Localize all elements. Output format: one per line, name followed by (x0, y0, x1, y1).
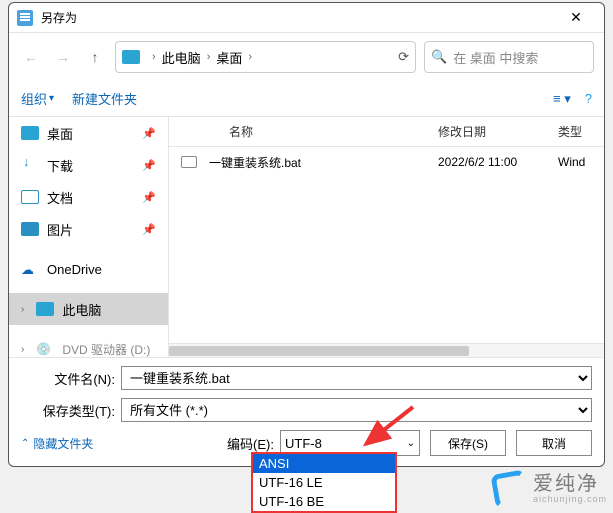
sidebar-item-documents[interactable]: 文档 📌 (9, 181, 168, 213)
disc-icon (36, 342, 54, 356)
file-row[interactable]: 一键重装系统.bat 2022/6/2 11:00 Wind (169, 147, 604, 177)
col-date[interactable]: 修改日期 (438, 123, 558, 140)
chevron-up-icon: ⌃ (21, 438, 29, 449)
cloud-icon (21, 262, 39, 276)
organize-menu[interactable]: 组织 ▾ (21, 89, 54, 108)
pc-icon (36, 302, 54, 316)
sidebar-item-downloads[interactable]: 下载 📌 (9, 149, 168, 181)
document-icon (21, 190, 39, 204)
sidebar-item-onedrive[interactable]: OneDrive (9, 253, 168, 285)
watermark-logo-icon (490, 469, 529, 508)
sidebar: 桌面 📌 下载 📌 文档 📌 图片 📌 OneDrive (9, 117, 169, 357)
search-placeholder: 在 桌面 中搜索 (453, 48, 538, 67)
help-button[interactable]: ? (585, 91, 592, 107)
sidebar-item-thispc[interactable]: › 此电脑 (9, 293, 168, 325)
save-button[interactable]: 保存(S) (430, 430, 506, 456)
breadcrumb-folder[interactable]: 桌面 (216, 48, 242, 67)
column-headers: 名称 修改日期 类型 (169, 117, 604, 147)
desktop-icon (21, 126, 39, 140)
back-button[interactable]: ← (19, 45, 43, 69)
download-icon (21, 158, 39, 172)
chevron-down-icon: ⌄ (407, 438, 415, 449)
toolbar: 组织 ▾ 新建文件夹 ≡ ▾ ? (9, 81, 604, 117)
encoding-option-utf16be[interactable]: UTF-16 BE (253, 492, 395, 511)
nav-bar: ← → ↑ › 此电脑 › 桌面 › ⟳ 🔍 在 桌面 中搜索 (9, 33, 604, 81)
pin-icon: 📌 (142, 127, 156, 140)
chevron-right-icon: › (21, 344, 24, 355)
chevron-right-icon: › (152, 51, 156, 63)
close-button[interactable]: ✕ (556, 3, 596, 33)
encoding-label: 编码(E): (227, 434, 280, 453)
picture-icon (21, 222, 39, 236)
watermark: 爱纯净 aichunjing.com (493, 472, 607, 506)
forward-button[interactable]: → (51, 45, 75, 69)
filetype-label: 保存类型(T): (21, 401, 121, 420)
titlebar: 另存为 ✕ (9, 3, 604, 33)
filename-label: 文件名(N): (21, 369, 121, 388)
refresh-button[interactable]: ⟳ (398, 49, 409, 65)
new-folder-button[interactable]: 新建文件夹 (72, 89, 137, 108)
watermark-url: aichunjing.com (533, 494, 607, 504)
chevron-right-icon: › (21, 304, 24, 315)
breadcrumb-root[interactable]: 此电脑 (162, 48, 201, 67)
chevron-right-icon: › (248, 51, 252, 63)
hide-folders-link[interactable]: ⌃ 隐藏文件夹 (21, 435, 93, 452)
notepad-icon (17, 10, 33, 26)
view-options-button[interactable]: ≡ ▾ (553, 91, 571, 107)
up-button[interactable]: ↑ (83, 45, 107, 69)
pin-icon: 📌 (142, 159, 156, 172)
encoding-option-utf16le[interactable]: UTF-16 LE (253, 473, 395, 492)
search-input[interactable]: 🔍 在 桌面 中搜索 (424, 41, 594, 73)
pc-icon (122, 50, 140, 64)
chevron-down-icon: ▾ (49, 93, 54, 104)
filename-input[interactable]: 一键重装系统.bat (121, 366, 592, 390)
watermark-brand: 爱纯净 (533, 474, 607, 494)
file-list: 名称 修改日期 类型 一键重装系统.bat 2022/6/2 11:00 Win… (169, 117, 604, 357)
filetype-select[interactable]: 所有文件 (*.*) (121, 398, 592, 422)
search-icon: 🔍 (431, 49, 447, 65)
main-area: 桌面 📌 下载 📌 文档 📌 图片 📌 OneDrive (9, 117, 604, 358)
breadcrumb[interactable]: › 此电脑 › 桌面 › ⟳ (115, 41, 416, 73)
chevron-right-icon: › (207, 51, 211, 63)
encoding-option-ansi[interactable]: ANSI (253, 454, 395, 473)
bottom-panel: 文件名(N): 一键重装系统.bat 保存类型(T): 所有文件 (*.*) ⌃… (9, 358, 604, 466)
pin-icon: 📌 (142, 223, 156, 236)
sidebar-item-pictures[interactable]: 图片 📌 (9, 213, 168, 245)
col-name[interactable]: 名称 (209, 123, 438, 140)
file-icon (169, 156, 209, 168)
cancel-button[interactable]: 取消 (516, 430, 592, 456)
sidebar-item-dvd[interactable]: › DVD 驱动器 (D:) (9, 333, 168, 357)
encoding-dropdown: ANSI UTF-16 LE UTF-16 BE (251, 452, 397, 513)
horizontal-scrollbar[interactable] (169, 343, 604, 357)
pin-icon: 📌 (142, 191, 156, 204)
window-title: 另存为 (41, 9, 556, 26)
scrollbar-thumb[interactable] (169, 346, 469, 356)
sidebar-item-desktop[interactable]: 桌面 📌 (9, 117, 168, 149)
col-type[interactable]: 类型 (558, 123, 604, 140)
saveas-dialog: 另存为 ✕ ← → ↑ › 此电脑 › 桌面 › ⟳ 🔍 在 桌面 中搜索 组织… (8, 2, 605, 467)
